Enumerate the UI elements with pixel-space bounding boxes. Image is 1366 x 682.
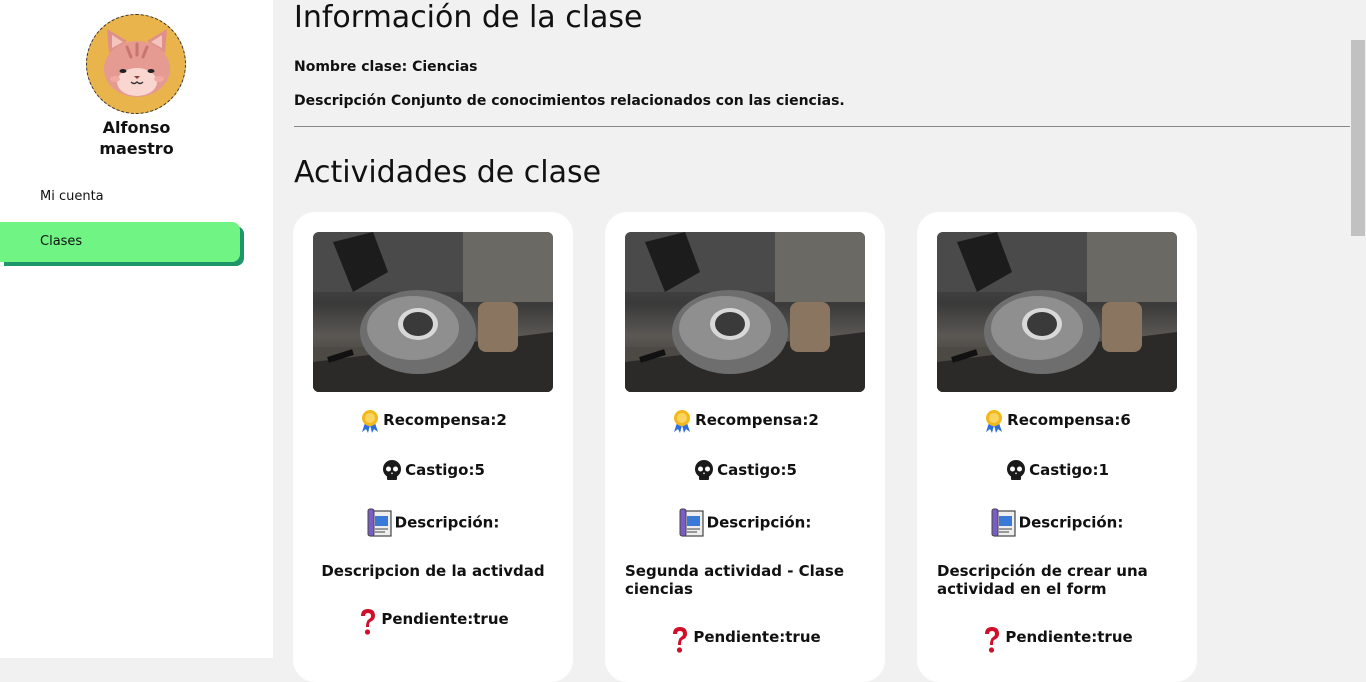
medal-icon	[983, 409, 1005, 433]
user-name: Alfonso	[102, 118, 171, 137]
punishment-label: Castigo	[717, 461, 781, 479]
question-icon	[357, 608, 379, 635]
pending-value: true	[1097, 628, 1133, 646]
punishment-value: 1	[1098, 461, 1109, 479]
user-name-block: Alfonso maestro	[0, 117, 273, 159]
punishment-row: Castigo:1	[917, 458, 1197, 483]
document-icon	[991, 508, 1017, 538]
reward-label: Recompensa	[383, 411, 491, 429]
nav-item-clases[interactable]: Clases	[0, 222, 240, 262]
description-label: Descripción:	[706, 513, 812, 532]
main-content: Información de la clase Nombre clase: Ci…	[273, 0, 1350, 682]
question-icon	[981, 626, 1003, 653]
skull-icon	[693, 459, 715, 483]
class-description-label: Descripción	[294, 93, 387, 109]
question-icon	[669, 626, 691, 653]
page-title: Información de la clase	[294, 0, 643, 35]
divider	[294, 126, 1350, 127]
activity-description: Segunda actividad - Clase ciencias	[625, 562, 845, 598]
description-row: Descripción:	[293, 508, 573, 538]
pending-row: Pendiente:true	[605, 625, 885, 653]
nav-item-label: Mi cuenta	[40, 189, 104, 204]
document-icon	[367, 508, 393, 538]
pending-label: Pendiente	[381, 610, 468, 628]
skull-icon	[1005, 459, 1027, 483]
reward-label: Recompensa	[1007, 411, 1115, 429]
activity-description: Descripcion de la activdad	[321, 562, 545, 580]
activity-description: Descripción de crear una actividad en el…	[937, 562, 1148, 598]
reward-value: 6	[1120, 411, 1131, 429]
reward-label: Recompensa	[695, 411, 803, 429]
pending-value: true	[473, 610, 509, 628]
pending-label: Pendiente	[1005, 628, 1092, 646]
punishment-row: Castigo:5	[293, 458, 573, 483]
activity-card[interactable]: Recompensa:6 Castigo:1 Descripción: Desc…	[917, 212, 1197, 682]
description-row: Descripción:	[605, 508, 885, 538]
punishment-value: 5	[474, 461, 485, 479]
punishment-label: Castigo	[1029, 461, 1093, 479]
class-description-line: Descripción Conjunto de conocimientos re…	[294, 93, 845, 109]
activity-image	[625, 232, 865, 392]
punishment-row: Castigo:5	[605, 458, 885, 483]
cat-avatar-icon	[104, 29, 170, 97]
activities-title: Actividades de clase	[294, 155, 602, 190]
avatar[interactable]	[86, 14, 186, 114]
pending-label: Pendiente	[693, 628, 780, 646]
reward-row: Recompensa:2	[605, 408, 885, 433]
sidebar: Alfonso maestro Mi cuenta Clases	[0, 0, 273, 658]
description-label: Descripción:	[394, 513, 500, 532]
pending-row: Pendiente:true	[917, 625, 1197, 653]
reward-value: 2	[808, 411, 819, 429]
nav-item-mi-cuenta[interactable]: Mi cuenta	[0, 177, 240, 217]
page-scrollbar-thumb[interactable]	[1351, 40, 1365, 236]
reward-value: 2	[496, 411, 507, 429]
pending-value: true	[785, 628, 821, 646]
description-row: Descripción:	[917, 508, 1197, 538]
activity-image	[937, 232, 1177, 392]
activity-card[interactable]: Recompensa:2 Castigo:5 Descripción: Segu…	[605, 212, 885, 682]
pending-row: Pendiente:true	[293, 607, 573, 635]
reward-row: Recompensa:2	[293, 408, 573, 433]
class-name-value: Ciencias	[412, 59, 478, 75]
activity-card[interactable]: Recompensa:2 Castigo:5 Descripción: Desc…	[293, 212, 573, 682]
class-name-label: Nombre clase:	[294, 59, 408, 75]
helmet-image	[937, 232, 1177, 392]
document-icon	[679, 508, 705, 538]
reward-row: Recompensa:6	[917, 408, 1197, 433]
activity-image	[313, 232, 553, 392]
class-description-value: Conjunto de conocimientos relacionados c…	[391, 93, 845, 109]
punishment-label: Castigo	[405, 461, 469, 479]
description-label: Descripción:	[1018, 513, 1124, 532]
helmet-image	[625, 232, 865, 392]
medal-icon	[671, 409, 693, 433]
medal-icon	[359, 409, 381, 433]
user-role: maestro	[99, 139, 174, 158]
helmet-image	[313, 232, 553, 392]
nav-item-label: Clases	[40, 234, 83, 249]
punishment-value: 5	[786, 461, 797, 479]
class-name-line: Nombre clase: Ciencias	[294, 59, 478, 75]
skull-icon	[381, 459, 403, 483]
